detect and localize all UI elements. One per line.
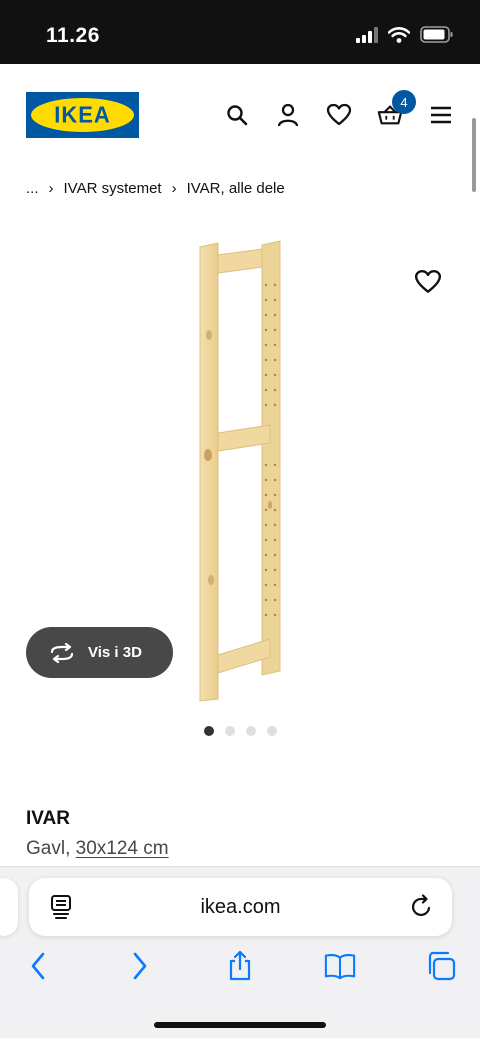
product-type: Gavl, bbox=[26, 838, 76, 859]
breadcrumb: ... › IVAR systemet › IVAR, alle dele bbox=[26, 180, 285, 197]
breadcrumb-separator: › bbox=[171, 180, 177, 197]
carousel-dot[interactable] bbox=[267, 726, 277, 736]
bookmarks-button[interactable] bbox=[324, 950, 356, 982]
previous-tab-preview[interactable] bbox=[0, 878, 18, 936]
wishlist-icon[interactable] bbox=[326, 102, 352, 128]
logo-oval: IKEA bbox=[31, 98, 134, 132]
chevron-right-icon bbox=[133, 952, 147, 980]
screen: 11.26 IKEA 4 ... › IVAR systemet › IVAR,… bbox=[0, 0, 480, 1038]
share-button[interactable] bbox=[224, 950, 256, 982]
site-header: IKEA 4 bbox=[0, 64, 480, 174]
breadcrumb-item-ivar-systemet[interactable]: IVAR systemet bbox=[64, 180, 162, 197]
logo-text: IKEA bbox=[54, 101, 111, 128]
image-carousel-dots bbox=[204, 726, 277, 736]
status-bar: 11.26 bbox=[0, 0, 480, 64]
carousel-dot[interactable] bbox=[225, 726, 235, 736]
back-button[interactable] bbox=[22, 950, 54, 982]
book-icon bbox=[324, 954, 356, 980]
rotate-3d-icon bbox=[50, 642, 74, 663]
carousel-dot[interactable] bbox=[204, 726, 214, 736]
breadcrumb-item-ellipsis[interactable]: ... bbox=[26, 180, 39, 197]
breadcrumb-item-ivar-alle-dele[interactable]: IVAR, alle dele bbox=[187, 180, 285, 197]
status-icons bbox=[356, 26, 454, 43]
scroll-indicator[interactable] bbox=[472, 118, 476, 192]
product-name: IVAR bbox=[26, 808, 70, 829]
status-time: 11.26 bbox=[46, 24, 100, 47]
home-indicator bbox=[154, 1022, 326, 1028]
ikea-logo[interactable]: IKEA bbox=[26, 92, 139, 138]
reload-icon[interactable] bbox=[410, 894, 434, 920]
menu-icon[interactable] bbox=[428, 102, 454, 128]
add-to-wishlist-button[interactable] bbox=[414, 268, 442, 296]
url-text: ikea.com bbox=[200, 896, 281, 918]
tabs-icon bbox=[428, 951, 456, 981]
view-in-3d-label: Vis i 3D bbox=[88, 644, 142, 661]
search-icon[interactable] bbox=[224, 102, 250, 128]
heart-icon bbox=[414, 270, 442, 293]
breadcrumb-separator: › bbox=[48, 180, 54, 197]
tabs-button[interactable] bbox=[425, 950, 457, 982]
chevron-left-icon bbox=[31, 952, 45, 980]
product-description: Gavl, 30x124 cm bbox=[26, 838, 169, 860]
carousel-dot[interactable] bbox=[246, 726, 256, 736]
profile-icon[interactable] bbox=[275, 102, 301, 128]
product-dimensions-link[interactable]: 30x124 cm bbox=[76, 838, 169, 859]
signal-icon bbox=[356, 26, 378, 43]
wifi-icon bbox=[388, 26, 410, 43]
battery-icon bbox=[420, 26, 453, 43]
forward-button[interactable] bbox=[124, 950, 156, 982]
address-bar[interactable]: ikea.com bbox=[29, 878, 452, 936]
cart-count-badge: 4 bbox=[392, 90, 416, 114]
share-icon bbox=[229, 950, 251, 981]
view-in-3d-button[interactable]: Vis i 3D bbox=[26, 627, 173, 678]
